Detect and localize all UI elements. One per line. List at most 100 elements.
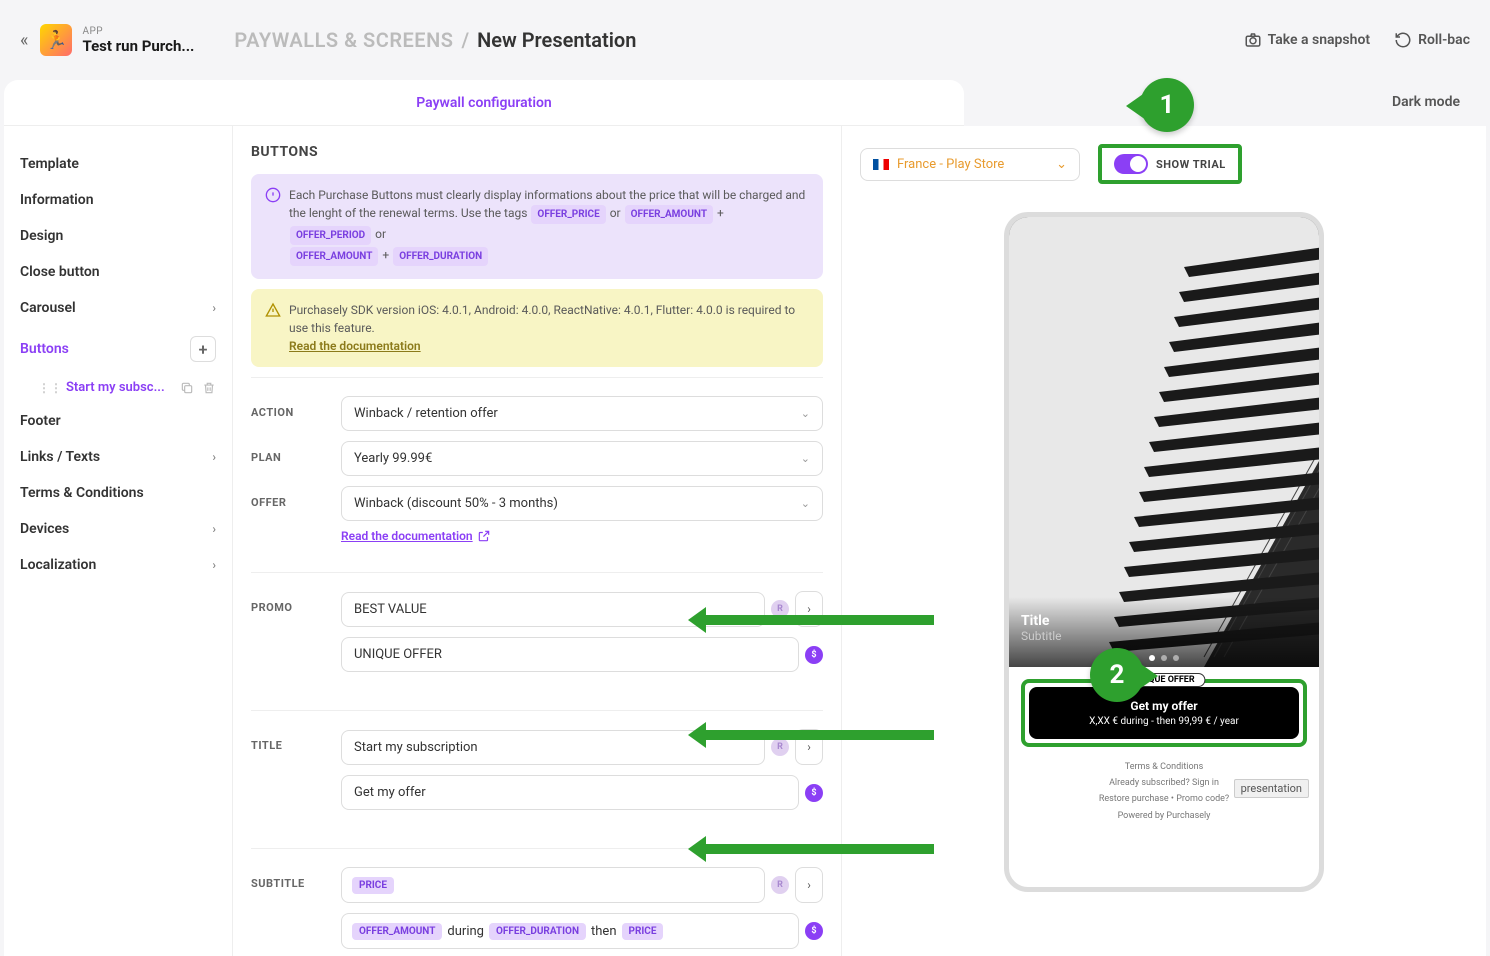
section-title: BUTTONS <box>251 144 823 160</box>
callout-1: 1 <box>1140 78 1194 132</box>
app-icon: 🏃 <box>40 24 72 56</box>
chevron-down-icon: ⌄ <box>1056 157 1067 172</box>
phone-preview: Title Subtitle UNIQUE OFFER Get my offer… <box>1004 212 1324 892</box>
r-badge: R <box>771 738 789 756</box>
title-input-2[interactable]: Get my offer <box>341 775 799 810</box>
show-trial-toggle[interactable] <box>1114 154 1148 174</box>
preview-title: Title <box>1021 613 1062 629</box>
preview-image: Title Subtitle <box>1009 217 1319 667</box>
action-label: ACTION <box>251 396 341 419</box>
s-badge: $ <box>805 922 823 940</box>
arrow-annotation <box>704 844 934 854</box>
subtitle-input-2[interactable]: OFFER_AMOUNT during OFFER_DURATION then … <box>341 913 799 949</box>
sidebar-item-template[interactable]: Template <box>20 146 216 182</box>
collapse-sidebar-icon[interactable]: « <box>20 30 28 51</box>
breadcrumb-separator: / <box>461 28 469 52</box>
offer-button[interactable]: Get my offer X,XX € during - then 99,99 … <box>1029 687 1299 739</box>
expand-button[interactable]: › <box>795 867 823 903</box>
info-icon <box>265 187 281 203</box>
preview-subtitle: Subtitle <box>1021 629 1062 643</box>
offer-box: UNIQUE OFFER Get my offer X,XX € during … <box>1021 679 1307 747</box>
offer-title: Get my offer <box>1041 699 1287 713</box>
sidebar-item-design[interactable]: Design <box>20 218 216 254</box>
rollback-button[interactable]: Roll-bac <box>1394 31 1470 49</box>
arrow-annotation <box>704 730 934 740</box>
arrow-annotation <box>704 615 934 625</box>
price-tag: PRICE <box>352 877 394 894</box>
snapshot-label: Take a snapshot <box>1268 32 1370 48</box>
chevron-right-icon: › <box>212 301 216 315</box>
rollback-icon <box>1394 31 1412 49</box>
subtitle-input-1[interactable]: PRICE <box>341 867 765 903</box>
info-alert: Each Purchase Buttons must clearly displ… <box>251 174 823 279</box>
sidebar-item-information[interactable]: Information <box>20 182 216 218</box>
tag-offer-duration: OFFER_DURATION <box>393 247 488 266</box>
chevron-right-icon: › <box>212 558 216 572</box>
tag-offer-price: OFFER_PRICE <box>531 205 605 224</box>
price-tag: PRICE <box>622 923 664 940</box>
warning-alert: Purchasely SDK version iOS: 4.0.1, Andro… <box>251 289 823 367</box>
dark-mode-toggle[interactable]: Dark mode <box>1392 94 1460 110</box>
plan-select[interactable]: Yearly 99.99€ ⌄ <box>341 441 823 476</box>
sidebar: Template Information Design Close button… <box>4 126 232 956</box>
subtitle-label: SUBTITLE <box>251 867 341 890</box>
external-link-icon <box>477 529 491 543</box>
copy-icon[interactable] <box>180 381 194 395</box>
content-panel: BUTTONS Each Purchase Buttons must clear… <box>232 126 842 956</box>
s-badge: $ <box>805 784 823 802</box>
sidebar-sub-button[interactable]: ⋮⋮ Start my subsc... <box>20 372 216 403</box>
warning-icon <box>265 302 281 318</box>
show-trial-control: SHOW TRIAL <box>1098 144 1242 184</box>
app-label: APP <box>82 26 194 37</box>
offer-subtitle: X,XX € during - then 99,99 € / year <box>1041 716 1287 727</box>
s-badge: $ <box>805 646 823 664</box>
sidebar-item-buttons[interactable]: Buttons+ <box>20 326 216 372</box>
sidebar-sub-label: Start my subsc... <box>66 380 165 395</box>
flag-icon <box>873 159 889 170</box>
app-name: Test run Purch... <box>82 37 194 55</box>
carousel-dots <box>1149 655 1179 661</box>
offer-amount-tag: OFFER_AMOUNT <box>352 923 442 940</box>
add-button-icon[interactable]: + <box>190 336 216 362</box>
doc-link[interactable]: Read the documentation <box>289 339 421 353</box>
breadcrumb: PAYWALLS & SCREENS / New Presentation <box>234 28 636 52</box>
breadcrumb-parent[interactable]: PAYWALLS & SCREENS <box>234 28 453 52</box>
r-badge: R <box>771 876 789 894</box>
app-info[interactable]: APP Test run Purch... <box>82 26 194 55</box>
promo-input-2[interactable]: UNIQUE OFFER <box>341 637 799 672</box>
action-select[interactable]: Winback / retention offer ⌄ <box>341 396 823 431</box>
tag-offer-amount: OFFER_AMOUNT <box>625 205 713 224</box>
tag-offer-amount: OFFER_AMOUNT <box>290 247 378 266</box>
doc-link[interactable]: Read the documentation <box>341 529 491 543</box>
offer-select[interactable]: Winback (discount 50% - 3 months) ⌄ <box>341 486 823 521</box>
chevron-down-icon: ⌄ <box>801 407 810 420</box>
drag-handle-icon[interactable]: ⋮⋮ <box>38 381 62 395</box>
chevron-right-icon: › <box>212 522 216 536</box>
terms-link[interactable]: Terms & Conditions <box>1009 759 1319 775</box>
chevron-down-icon: ⌄ <box>801 497 810 510</box>
sidebar-item-devices[interactable]: Devices› <box>20 511 216 547</box>
preview-panel: France - Play Store ⌄ SHOW TRIAL <box>842 126 1486 956</box>
plan-label: PLAN <box>251 441 341 464</box>
snapshot-button[interactable]: Take a snapshot <box>1244 31 1370 49</box>
offer-label: OFFER <box>251 486 341 509</box>
offer-duration-tag: OFFER_DURATION <box>489 923 586 940</box>
sidebar-item-footer[interactable]: Footer <box>20 403 216 439</box>
chevron-right-icon: › <box>212 450 216 464</box>
powered-by: Powered by Purchasely <box>1009 808 1319 824</box>
sidebar-item-carousel[interactable]: Carousel› <box>20 290 216 326</box>
sidebar-item-terms[interactable]: Terms & Conditions <box>20 475 216 511</box>
tab-paywall-config[interactable]: Paywall configuration <box>416 95 551 111</box>
show-trial-label: SHOW TRIAL <box>1156 158 1226 171</box>
rollback-label: Roll-bac <box>1418 32 1470 48</box>
sidebar-item-links-texts[interactable]: Links / Texts› <box>20 439 216 475</box>
title-label: TITLE <box>251 729 341 752</box>
tab-bar: Paywall configuration <box>4 80 964 126</box>
sidebar-item-localization[interactable]: Localization› <box>20 547 216 583</box>
callout-2: 2 <box>1090 648 1144 702</box>
trash-icon[interactable] <box>202 381 216 395</box>
sidebar-item-close-button[interactable]: Close button <box>20 254 216 290</box>
camera-icon <box>1244 31 1262 49</box>
chevron-down-icon: ⌄ <box>801 452 810 465</box>
country-select[interactable]: France - Play Store ⌄ <box>860 148 1080 181</box>
